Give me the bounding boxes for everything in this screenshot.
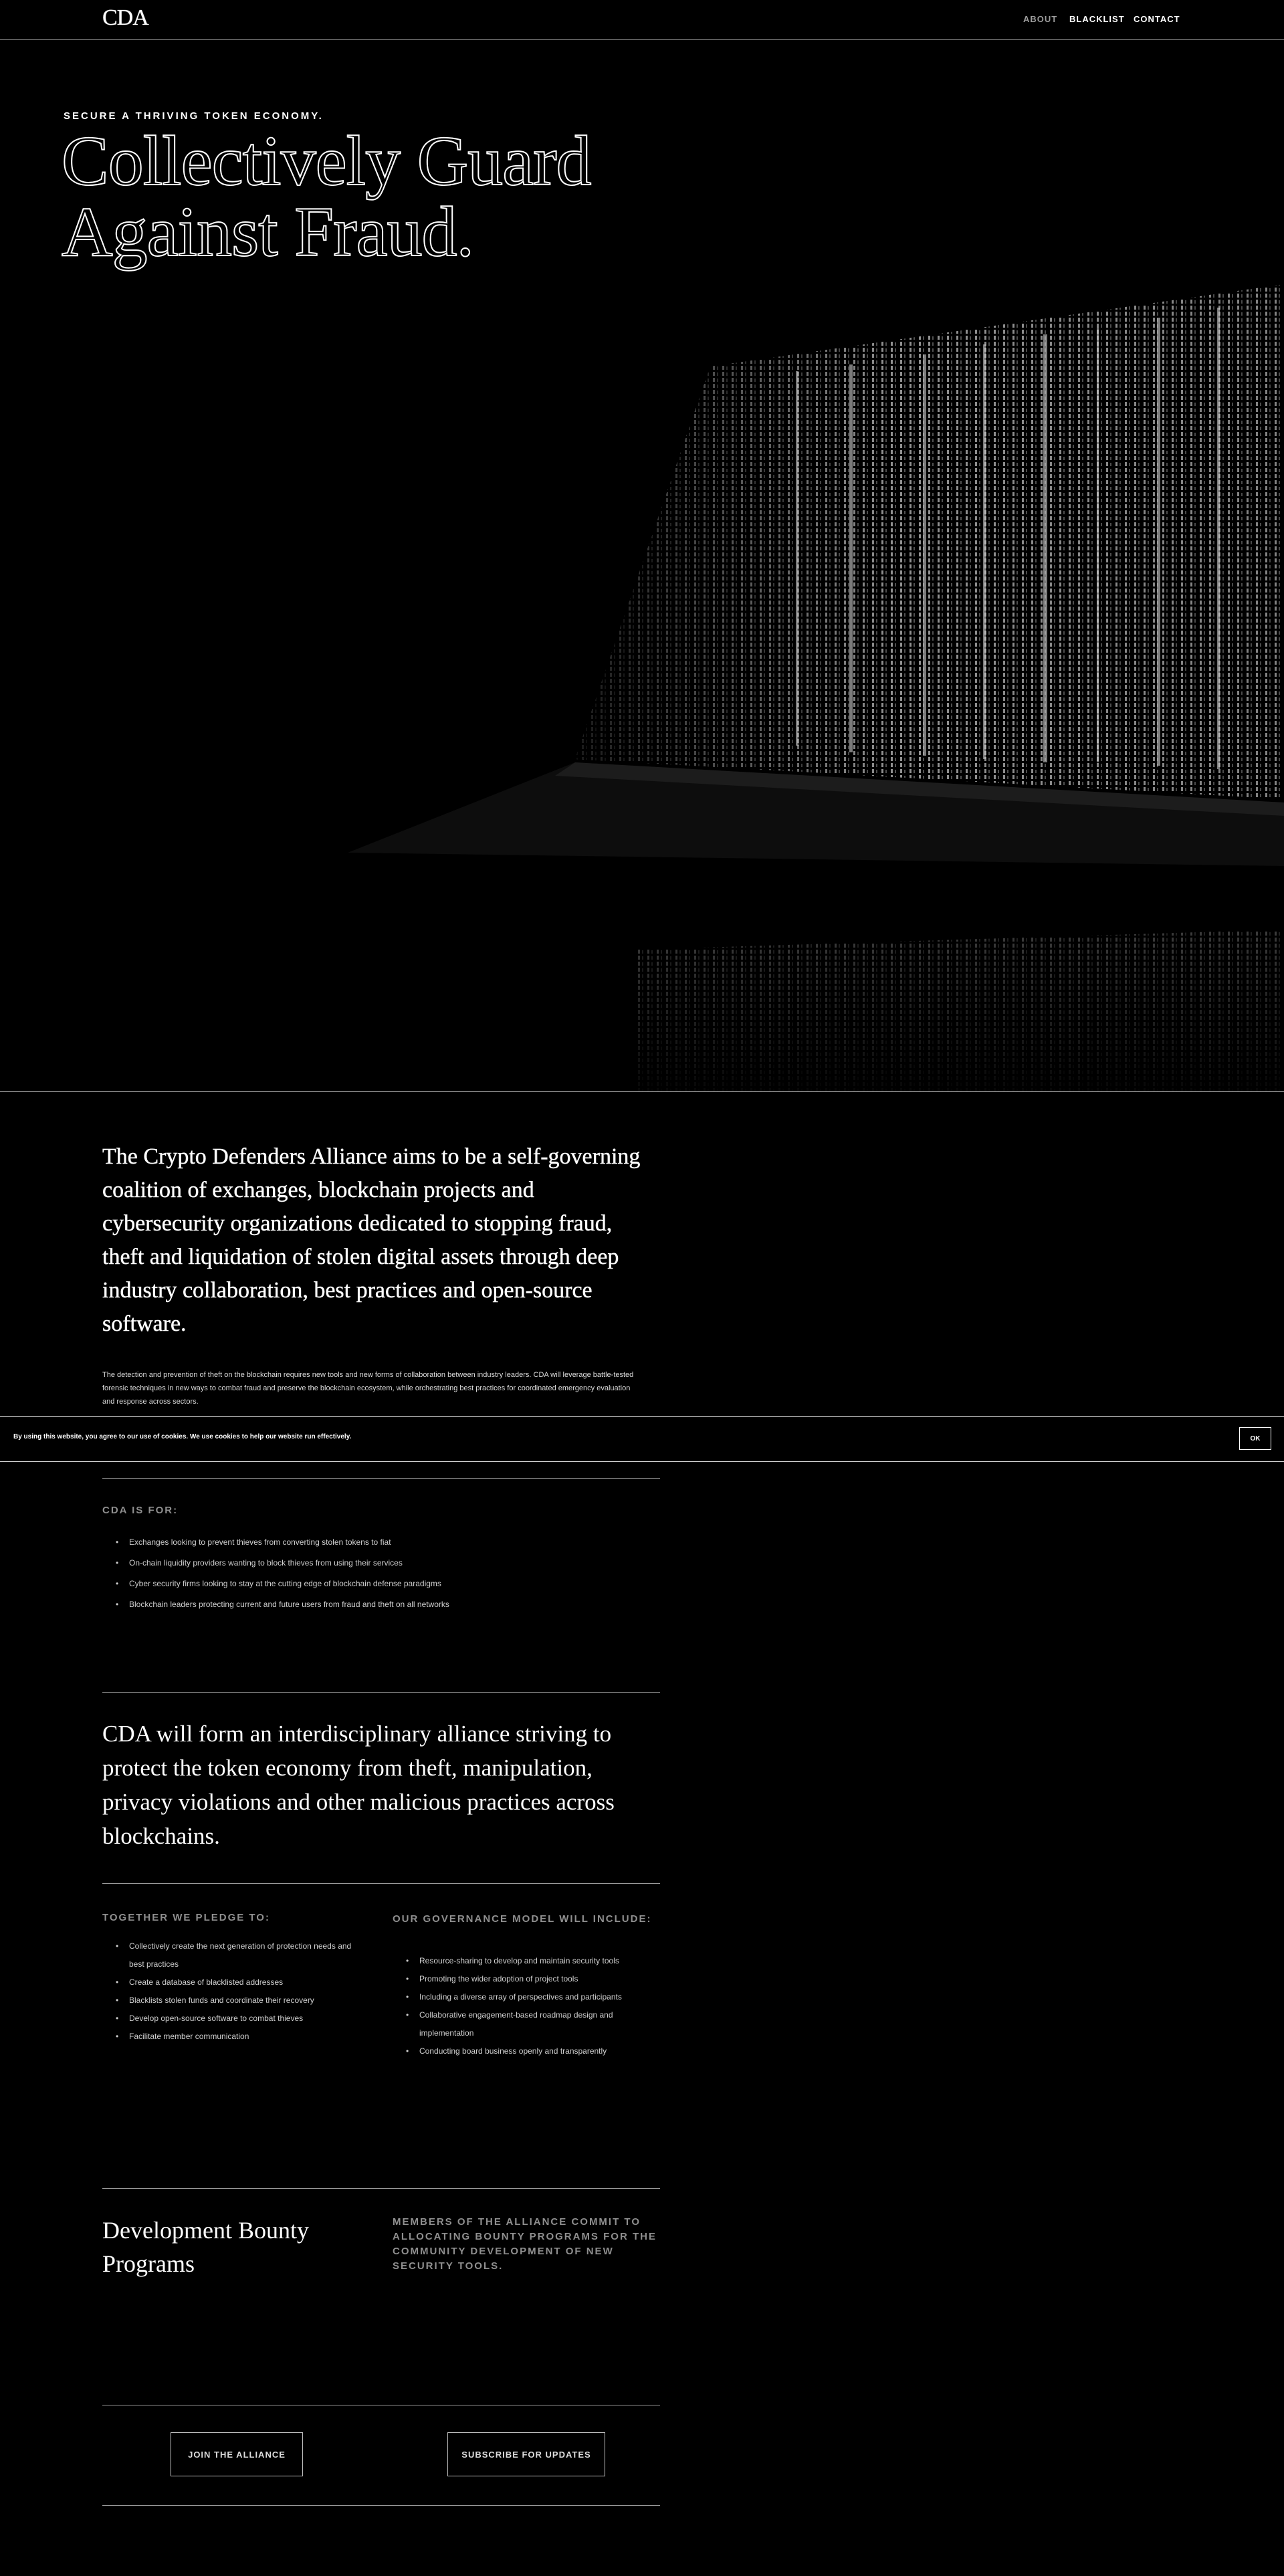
site-logo[interactable]: CDA <box>102 5 149 31</box>
list-item: Create a database of blacklisted address… <box>102 1973 363 1992</box>
list-item: Collaborative engagement-based roadmap d… <box>393 2006 660 2042</box>
section-divider <box>102 1478 660 1479</box>
join-alliance-button[interactable]: JOIN THE ALLIANCE <box>171 2432 303 2476</box>
intro-body-text: The detection and prevention of theft on… <box>102 1371 634 1406</box>
hero-title: Collectively Guard Against Fraud. <box>61 122 730 271</box>
hero-eyebrow: SECURE A THRIVING TOKEN ECONOMY. <box>64 110 324 122</box>
section-divider <box>102 2505 660 2506</box>
cookie-notice-text: By using this website, you agree to our … <box>13 1433 352 1440</box>
list-item: Cyber security firms looking to stay at … <box>102 1574 657 1594</box>
alliance-statement: CDA will form an interdisciplinary allia… <box>102 1721 615 1849</box>
cookie-ok-button[interactable]: OK <box>1239 1427 1271 1450</box>
section-divider <box>102 1692 660 1693</box>
list-item: Including a diverse array of perspective… <box>393 1988 660 2006</box>
nav-contact-link[interactable]: CONTACT <box>1134 14 1180 24</box>
list-item: Develop open-source software to combat t… <box>102 2010 363 2028</box>
list-item: Facilitate member communication <box>102 2028 363 2046</box>
bounty-description: MEMBERS OF THE ALLIANCE COMMIT TO ALLOCA… <box>393 2216 657 2272</box>
list-item: Conducting board business openly and tra… <box>393 2042 660 2060</box>
subscribe-updates-button[interactable]: SUBSCRIBE FOR UPDATES <box>447 2432 605 2476</box>
bounty-title: Development Bounty Programs <box>102 2217 309 2277</box>
nav-about-link[interactable]: ABOUT <box>1023 14 1057 24</box>
list-item: Resource-sharing to develop and maintain… <box>393 1952 660 1970</box>
cda-is-for-list: Exchanges looking to prevent thieves fro… <box>102 1532 657 1615</box>
section-divider <box>102 2188 660 2189</box>
pledge-list: Collectively create the next generation … <box>102 1937 363 2046</box>
hero-title-line-2: Against Fraud. <box>61 193 475 271</box>
hero-title-line-1: Collectively Guard <box>61 122 593 200</box>
list-item: Exchanges looking to prevent thieves fro… <box>102 1532 657 1553</box>
pledge-label: TOGETHER WE PLEDGE TO: <box>102 1912 270 1923</box>
list-item: Blacklists stolen funds and coordinate t… <box>102 1992 363 2010</box>
cda-is-for-label: CDA IS FOR: <box>102 1505 179 1516</box>
nav-blacklist-link[interactable]: BLACKLIST <box>1069 14 1125 24</box>
list-item: Promoting the wider adoption of project … <box>393 1970 660 1988</box>
governance-list: Resource-sharing to develop and maintain… <box>393 1952 660 2060</box>
governance-label: OUR GOVERNANCE MODEL WILL INCLUDE: <box>393 1913 652 1925</box>
list-item: On-chain liquidity providers wanting to … <box>102 1553 657 1574</box>
hero-divider <box>0 1091 1284 1092</box>
intro-lead-text: The Crypto Defenders Alliance aims to be… <box>102 1144 641 1336</box>
list-item: Collectively create the next generation … <box>102 1937 363 1973</box>
list-item: Blockchain leaders protecting current an… <box>102 1594 657 1615</box>
section-divider <box>102 1883 660 1884</box>
